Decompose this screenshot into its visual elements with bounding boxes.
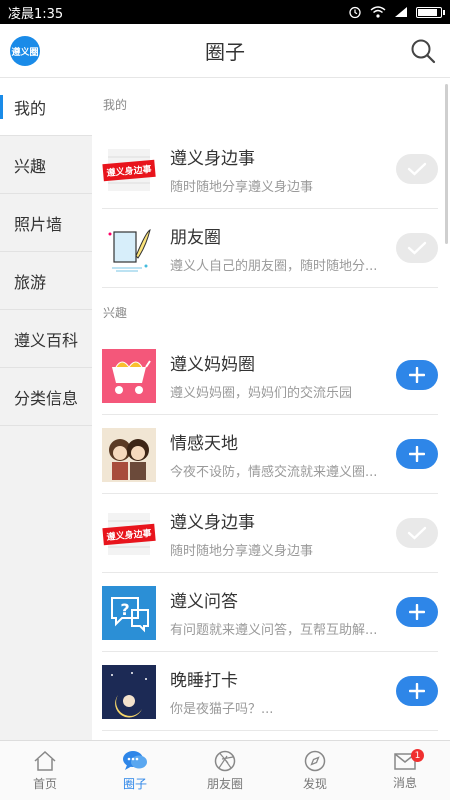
- join-button[interactable]: [396, 676, 438, 706]
- circle-name: 朋友圈: [170, 228, 221, 248]
- alarm-icon: [349, 6, 361, 19]
- circle-desc: 遵义人自己的朋友圈，随时随地分...: [170, 259, 378, 274]
- circle-name: 遵义问答: [170, 592, 238, 612]
- search-icon[interactable]: [410, 38, 436, 64]
- circle-desc: 随时随地分享遵义身边事: [170, 544, 314, 559]
- joined-button[interactable]: [396, 518, 438, 548]
- list-item[interactable]: 遵义妈妈圈 遵义妈妈圈，妈妈们的交流乐园: [92, 336, 450, 415]
- tab-circles[interactable]: 圈子: [90, 741, 180, 800]
- app-logo[interactable]: 遵义圈: [10, 36, 40, 66]
- question-bubble-icon: ?: [102, 585, 156, 640]
- circle-name: 遵义妈妈圈: [170, 355, 255, 375]
- battery-icon: [416, 6, 445, 18]
- svg-text:?: ?: [120, 600, 129, 619]
- status-bar: 凌晨1:35: [0, 0, 450, 24]
- red-banner-icon: 遵义身边事: [102, 507, 156, 561]
- compass-icon: [304, 750, 326, 771]
- list-item[interactable]: 遵义身边事 遵义身边事 随时随地分享遵义身边事: [92, 494, 450, 573]
- status-time: 凌晨1:35: [8, 6, 64, 22]
- circle-name: 遵义身边事: [170, 513, 255, 533]
- sidebar-item-label: 我的: [14, 98, 47, 118]
- circle-desc: 今夜不设防，情感交流就来遵义圈...: [170, 465, 378, 480]
- list-item[interactable]: 情感天地 今夜不设防，情感交流就来遵义圈...: [92, 415, 450, 494]
- tab-label: 消息: [392, 775, 417, 790]
- circle-name: 情感天地: [170, 434, 238, 454]
- couple-icon: [102, 427, 156, 482]
- list-item[interactable]: 朋友圈 遵义人自己的朋友圈，随时随地分...: [92, 209, 450, 288]
- home-icon: [34, 750, 56, 771]
- plus-icon: [409, 446, 425, 462]
- list-item[interactable]: 晚睡打卡 你是夜猫子吗？...: [92, 652, 450, 731]
- category-sidebar: 我的 兴趣 照片墙 旅游 遵义百科 分类信息: [0, 78, 92, 740]
- status-icons: [348, 5, 445, 19]
- bottom-tab-bar: 首页 圈子 朋友圈 发现 消息 1: [0, 740, 450, 800]
- join-button[interactable]: [396, 360, 438, 390]
- unread-badge: 1: [411, 749, 424, 762]
- circle-desc: 你是夜猫子吗？...: [170, 702, 274, 717]
- signal-icon: [395, 7, 407, 17]
- join-button[interactable]: [396, 439, 438, 469]
- sidebar-item-label: 分类信息: [14, 388, 79, 408]
- tab-messages[interactable]: 消息 1: [360, 741, 450, 800]
- join-button[interactable]: [396, 597, 438, 627]
- sidebar-item-photo-wall[interactable]: 照片墙: [0, 194, 92, 252]
- wifi-icon: [370, 6, 386, 18]
- sidebar-item-label: 兴趣: [14, 156, 47, 176]
- sidebar-item-label: 遵义百科: [14, 330, 79, 350]
- joined-button[interactable]: [396, 233, 438, 263]
- circle-name: 遵义身边事: [170, 149, 255, 169]
- check-icon: [407, 162, 427, 176]
- moon-night-icon: [102, 664, 156, 719]
- circle-desc: 有问题就来遵义问答，互帮互助解...: [170, 623, 378, 638]
- sidebar-item-encyclopedia[interactable]: 遵义百科: [0, 310, 92, 368]
- list-item[interactable]: ? 遵义问答 有问题就来遵义问答，互帮互助解...: [92, 573, 450, 652]
- circle-name: 晚睡打卡: [170, 671, 238, 691]
- check-icon: [407, 526, 427, 540]
- tab-label: 朋友圈: [206, 776, 243, 791]
- tab-label: 圈子: [122, 776, 147, 791]
- tab-home[interactable]: 首页: [0, 741, 90, 800]
- plus-icon: [409, 367, 425, 383]
- list-item[interactable]: 遵义身边事 遵义身边事 随时随地分享遵义身边事: [92, 130, 450, 209]
- tab-discover[interactable]: 发现: [270, 741, 360, 800]
- joined-button[interactable]: [396, 154, 438, 184]
- circle-list[interactable]: 我的 遵义身边事 遵义身边事 随时随地分享遵义身边事 朋友圈 遵义人自己的朋友圈…: [92, 78, 450, 740]
- feather-paper-icon: [102, 222, 156, 276]
- sidebar-item-label: 旅游: [14, 272, 47, 292]
- chat-bubbles-icon: [123, 750, 147, 770]
- plus-icon: [409, 604, 425, 620]
- tab-label: 发现: [302, 776, 327, 791]
- tab-moments[interactable]: 朋友圈: [180, 741, 270, 800]
- stroller-icon: [102, 348, 156, 403]
- header: 遵义圈 圈子: [0, 24, 450, 78]
- page-title: 圈子: [205, 40, 245, 64]
- sidebar-item-travel[interactable]: 旅游: [0, 252, 92, 310]
- aperture-icon: [214, 750, 236, 771]
- check-icon: [407, 241, 427, 255]
- plus-icon: [409, 683, 425, 699]
- sidebar-item-label: 照片墙: [14, 214, 63, 234]
- red-banner-icon: 遵义身边事: [102, 143, 156, 197]
- circle-desc: 遵义妈妈圈，妈妈们的交流乐园: [170, 386, 353, 401]
- logo-text: 遵义圈: [11, 47, 39, 58]
- section-title: 我的: [103, 97, 128, 112]
- section-title: 兴趣: [103, 305, 128, 320]
- sidebar-item-mine[interactable]: 我的: [0, 78, 92, 136]
- circle-desc: 随时随地分享遵义身边事: [170, 180, 314, 195]
- sidebar-item-classifieds[interactable]: 分类信息: [0, 368, 92, 426]
- sidebar-item-interest[interactable]: 兴趣: [0, 136, 92, 194]
- tab-label: 首页: [32, 776, 57, 791]
